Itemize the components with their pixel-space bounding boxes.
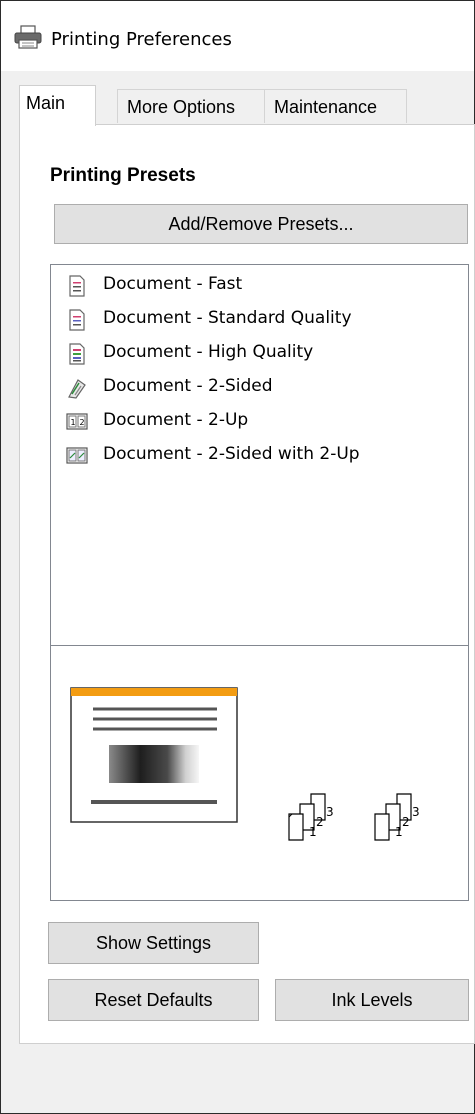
- tab-maintenance[interactable]: Maintenance: [264, 89, 407, 123]
- section-title-printing-presets: Printing Presets: [50, 165, 196, 186]
- settings-preview: 1 2 3 1 2 3: [50, 645, 469, 901]
- preset-label: Document - Standard Quality: [103, 308, 352, 328]
- document-2-up-icon: 1 2: [66, 413, 88, 430]
- page-preview-icon: [70, 687, 238, 823]
- collate-page-label: 3: [412, 805, 420, 819]
- collate-icon: 1 2 3: [288, 793, 334, 841]
- window-title: Printing Preferences: [51, 29, 232, 50]
- tab-more-options[interactable]: More Options: [117, 89, 265, 123]
- tab-main[interactable]: Main: [19, 85, 96, 126]
- collate-page-label: 2: [316, 815, 324, 829]
- collate-page-label: 3: [326, 805, 334, 819]
- printer-icon: [14, 25, 42, 49]
- show-settings-button[interactable]: Show Settings: [48, 922, 259, 964]
- document-high-quality-icon: [69, 343, 85, 365]
- add-remove-presets-button[interactable]: Add/Remove Presets...: [54, 204, 468, 244]
- ink-levels-button[interactable]: Ink Levels: [275, 979, 469, 1021]
- preset-list[interactable]: Document - Fast Document - Standard Qual…: [50, 264, 469, 646]
- preset-label: Document - Fast: [103, 274, 243, 294]
- document-2-sided-icon: [68, 379, 86, 399]
- tab-strip: Main More Options Maintenance: [19, 85, 459, 126]
- preset-label: Document - 2-Up: [103, 410, 249, 430]
- svg-text:1: 1: [71, 418, 76, 427]
- svg-text:2: 2: [80, 418, 85, 427]
- collate-page-label: 2: [402, 815, 410, 829]
- preset-label: Document - 2-Sided: [103, 376, 273, 396]
- preview-graphic: 1 2 3 1 2 3: [70, 687, 420, 841]
- document-standard-icon: [69, 309, 85, 331]
- collate-icon: 1 2 3: [374, 793, 420, 841]
- document-fast-icon: [69, 275, 85, 297]
- printing-preferences-window: Printing Preferences Main More Options M…: [0, 0, 475, 1114]
- title-bar: Printing Preferences: [1, 1, 474, 71]
- reset-defaults-button[interactable]: Reset Defaults: [48, 979, 259, 1021]
- document-2-sided-2-up-icon: [66, 447, 88, 464]
- preset-label: Document - High Quality: [103, 342, 314, 362]
- main-tab-panel: Printing Presets Add/Remove Presets... D…: [19, 124, 475, 1044]
- preset-label: Document - 2-Sided with 2-Up: [103, 444, 360, 464]
